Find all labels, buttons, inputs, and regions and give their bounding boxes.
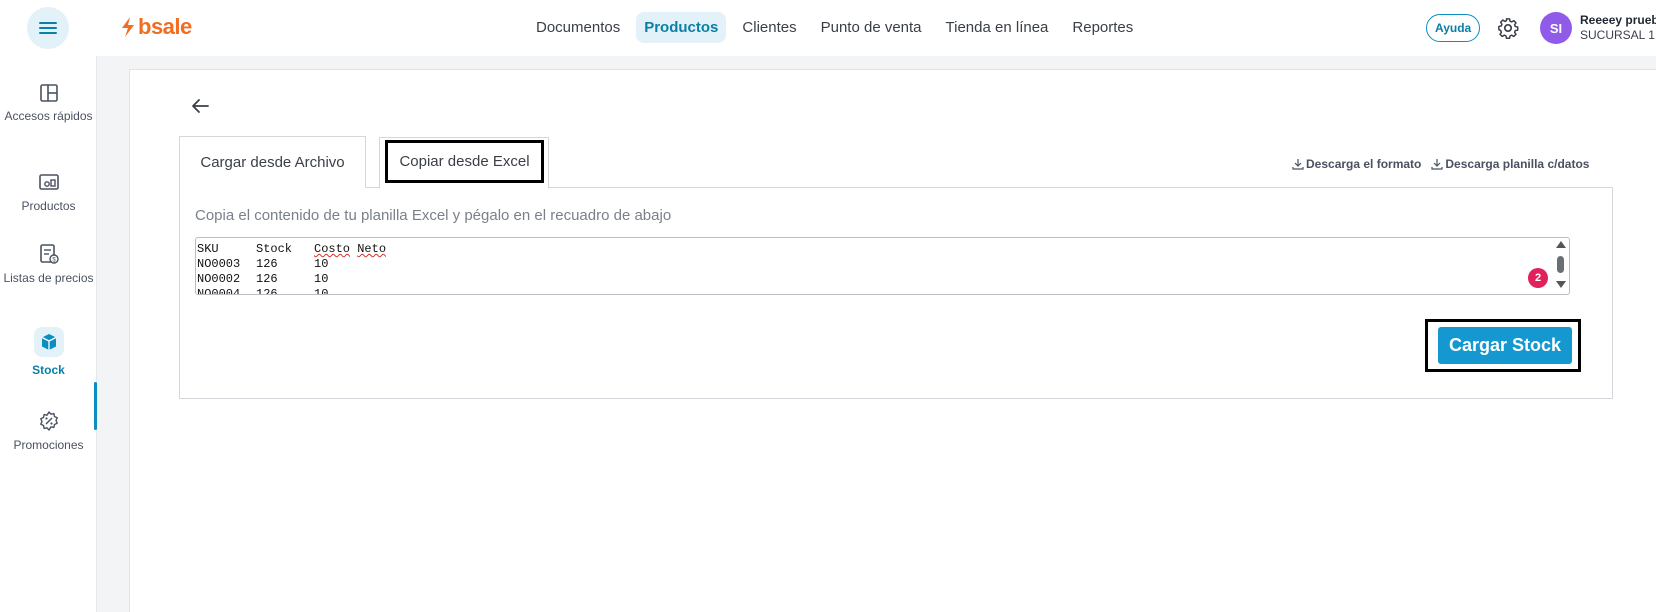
nav-documentos[interactable]: Documentos (528, 12, 628, 43)
help-button[interactable]: Ayuda (1426, 14, 1481, 42)
download-data-link[interactable]: Descarga planilla c/datos (1431, 157, 1589, 171)
back-arrow-icon[interactable] (189, 95, 211, 117)
textarea-line: NO0004 126 10 (197, 287, 329, 295)
gear-icon[interactable] (1497, 17, 1519, 39)
nav-tienda-en-linea[interactable]: Tienda en línea (938, 12, 1057, 43)
sidebar-item-label: Listas de precios (3, 271, 94, 285)
sidebar-item-stock[interactable]: Stock (0, 327, 97, 377)
tab-copiar-desde-excel[interactable]: Copiar desde Excel (385, 140, 544, 183)
nav-punto-de-venta[interactable]: Punto de venta (813, 12, 930, 43)
products-icon (38, 174, 59, 190)
sidebar-item-label: Promociones (13, 438, 84, 452)
textarea-line: SKU Stock Costo Neto (197, 242, 387, 256)
sidebar-item-promociones[interactable]: Promociones (0, 410, 97, 452)
box-icon (41, 334, 56, 350)
download-links: Descarga el formato Descarga planilla c/… (1292, 157, 1589, 171)
price-list-icon: $ (39, 244, 59, 264)
download-icon (1292, 159, 1304, 170)
download-format-link[interactable]: Descarga el formato (1292, 157, 1421, 171)
user-name[interactable]: Reeeey prueb (1580, 13, 1656, 27)
promotion-icon (39, 411, 58, 431)
user-branch: SUCURSAL 1 (1580, 28, 1655, 42)
brand-logo[interactable]: bsale (120, 14, 192, 40)
sidebar-active-indicator (94, 382, 97, 430)
sidebar-item-label: Accesos rápidos (4, 109, 93, 123)
tab-cargar-desde-archivo[interactable]: Cargar desde Archivo (179, 136, 366, 188)
notification-badge[interactable]: 2 (1528, 268, 1548, 288)
main-nav: Documentos Productos Clientes Punto de v… (528, 12, 1141, 43)
sidebar-item-listas-de-precios[interactable]: $ Listas de precios (0, 243, 97, 285)
top-bar: bsale Documentos Productos Clientes Punt… (0, 0, 1656, 56)
excel-paste-textarea[interactable]: SKU Stock Costo Neto NO0003 126 10 NO0002 126… (195, 237, 1570, 295)
bsale-bolt-icon (122, 17, 134, 37)
brand-name: bsale (138, 14, 192, 39)
download-format-label: Descarga el formato (1306, 157, 1422, 171)
nav-clientes[interactable]: Clientes (734, 12, 804, 43)
nav-productos[interactable]: Productos (636, 12, 727, 43)
sidebar: Accesos rápidos Productos $ Listas de pr… (0, 56, 97, 612)
textarea-line: NO0002 126 10 (197, 272, 329, 286)
sidebar-item-label: Productos (21, 199, 76, 213)
scrollbar-thumb[interactable] (1557, 256, 1564, 273)
layout-icon (39, 84, 58, 102)
scroll-up-arrow[interactable] (1556, 241, 1566, 248)
cargar-stock-button[interactable]: Cargar Stock (1438, 327, 1572, 364)
download-data-label: Descarga planilla c/datos (1445, 157, 1590, 171)
sidebar-item-productos[interactable]: Productos (0, 173, 97, 213)
hamburger-icon (39, 22, 57, 34)
textarea-line: NO0003 126 10 (197, 257, 329, 271)
sidebar-item-accesos-rapidos[interactable]: Accesos rápidos (0, 83, 97, 123)
scroll-down-arrow[interactable] (1556, 281, 1566, 288)
instructions-text: Copia el contenido de tu planilla Excel … (195, 207, 672, 224)
sidebar-item-stock-icon-bg (33, 327, 64, 357)
avatar[interactable]: SI (1540, 12, 1572, 44)
menu-button[interactable] (27, 7, 69, 49)
nav-reportes[interactable]: Reportes (1064, 12, 1141, 43)
sidebar-item-label: Stock (32, 363, 65, 377)
download-icon (1431, 159, 1443, 170)
